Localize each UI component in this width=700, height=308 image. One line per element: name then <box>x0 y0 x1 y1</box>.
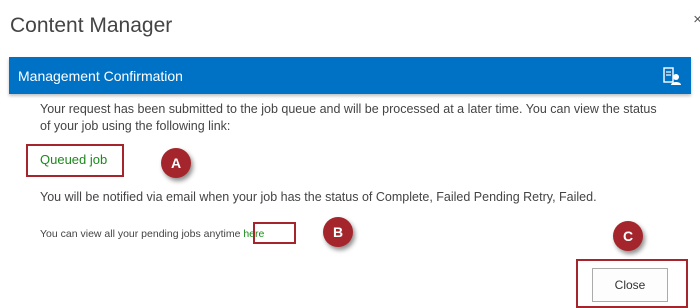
pending-text: You can view all your pending jobs anyti… <box>40 228 241 240</box>
notify-message: You will be notified via email when your… <box>40 190 597 204</box>
header-title: Management Confirmation <box>18 68 183 84</box>
pending-message: You can view all your pending jobs anyti… <box>40 227 264 241</box>
submitted-message: Your request has been submitted to the j… <box>40 102 657 133</box>
annotation-marker-a: A <box>161 148 191 178</box>
close-button[interactable]: Close <box>592 268 668 302</box>
close-x-icon[interactable]: × <box>693 12 700 27</box>
annotation-marker-b: B <box>323 217 353 247</box>
settings-user-icon[interactable] <box>662 66 682 86</box>
here-link-highlight <box>253 222 296 244</box>
annotation-marker-c: C <box>613 221 643 251</box>
queued-job-link[interactable]: Queued job <box>40 152 107 167</box>
dialog-title: Content Manager <box>10 14 173 37</box>
header-bar: Management Confirmation <box>9 57 691 94</box>
